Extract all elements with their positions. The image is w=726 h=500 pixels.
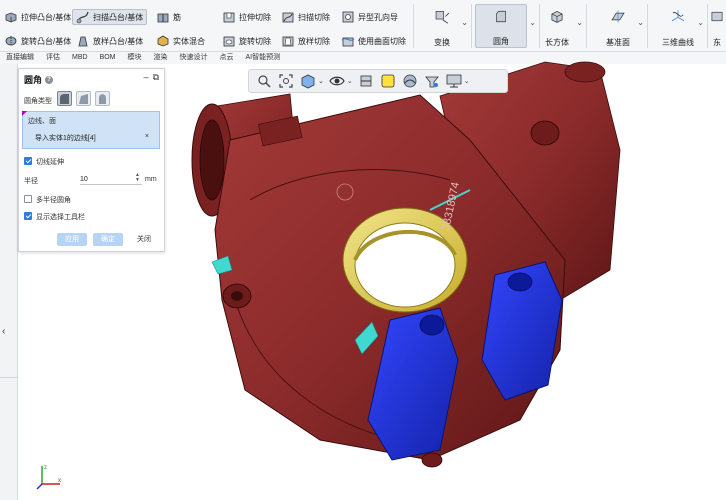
- panel-title-group: 圆角 ?: [24, 73, 54, 86]
- radius-stepper[interactable]: ▲ ▼: [135, 173, 140, 183]
- scene-icon[interactable]: [423, 72, 441, 90]
- face-fillet-button[interactable]: [76, 91, 91, 106]
- radius-unit: mm: [145, 176, 157, 183]
- eye-icon[interactable]: [328, 72, 346, 90]
- apply-button[interactable]: 应用: [57, 233, 87, 246]
- multi-radius-label: 多半径圆角: [36, 197, 71, 204]
- chevron-down-icon[interactable]: ⌄: [464, 77, 470, 85]
- constant-fillet-icon: [60, 94, 69, 104]
- view-toolbar: ⌄ ⌄ ⌄: [248, 69, 508, 93]
- shaded-display-icon[interactable]: [379, 72, 397, 90]
- multi-radius-checkbox[interactable]: [24, 195, 32, 203]
- show-toolbar-checkbox[interactable]: [24, 212, 32, 220]
- radius-label: 半径: [24, 178, 38, 185]
- svg-text:z: z: [44, 465, 47, 471]
- constant-radius-fillet-button[interactable]: [57, 91, 72, 106]
- appearance-icon[interactable]: [401, 72, 419, 90]
- panel-title: 圆角: [24, 75, 43, 85]
- restore-icon[interactable]: ⧉: [153, 72, 159, 83]
- full-round-fillet-button[interactable]: [95, 91, 110, 106]
- selection-title: 边线、面: [28, 118, 56, 125]
- ok-button[interactable]: 确定: [93, 233, 123, 246]
- selected-edge-item[interactable]: 导入实体1的边线[4]: [35, 133, 96, 143]
- selection-color-marker: [22, 111, 27, 116]
- show-toolbar-label: 显示选择工具栏: [36, 214, 85, 221]
- zoom-fit-icon[interactable]: [277, 72, 295, 90]
- chevron-down-icon[interactable]: ⌄: [318, 77, 324, 85]
- full-round-fillet-icon: [99, 94, 106, 104]
- section-view-icon[interactable]: [357, 72, 375, 90]
- display-settings-icon[interactable]: [445, 72, 463, 90]
- panel-window-controls: – ⧉: [144, 72, 159, 83]
- help-icon[interactable]: ?: [45, 75, 54, 84]
- fillet-type-label: 圆角类型: [24, 98, 52, 105]
- selected-face-right[interactable]: [481, 261, 563, 401]
- svg-text:x: x: [58, 478, 61, 484]
- close-button[interactable]: 关闭: [129, 233, 159, 246]
- face-fillet-icon: [79, 94, 88, 104]
- tangent-propagation-label: 切线延伸: [36, 159, 64, 166]
- minimize-icon[interactable]: –: [144, 72, 149, 83]
- radius-input[interactable]: 10: [80, 174, 142, 185]
- tangent-propagation-checkbox[interactable]: [24, 157, 32, 165]
- zoom-icon[interactable]: [255, 72, 273, 90]
- remove-selection-icon[interactable]: ×: [145, 133, 149, 140]
- axis-triad-icon: z x: [36, 465, 61, 490]
- chevron-down-icon[interactable]: ⌄: [347, 77, 353, 85]
- view-orientation-icon[interactable]: [299, 72, 317, 90]
- edge-face-selection-box[interactable]: 边线、面 导入实体1的边线[4] ×: [22, 111, 160, 149]
